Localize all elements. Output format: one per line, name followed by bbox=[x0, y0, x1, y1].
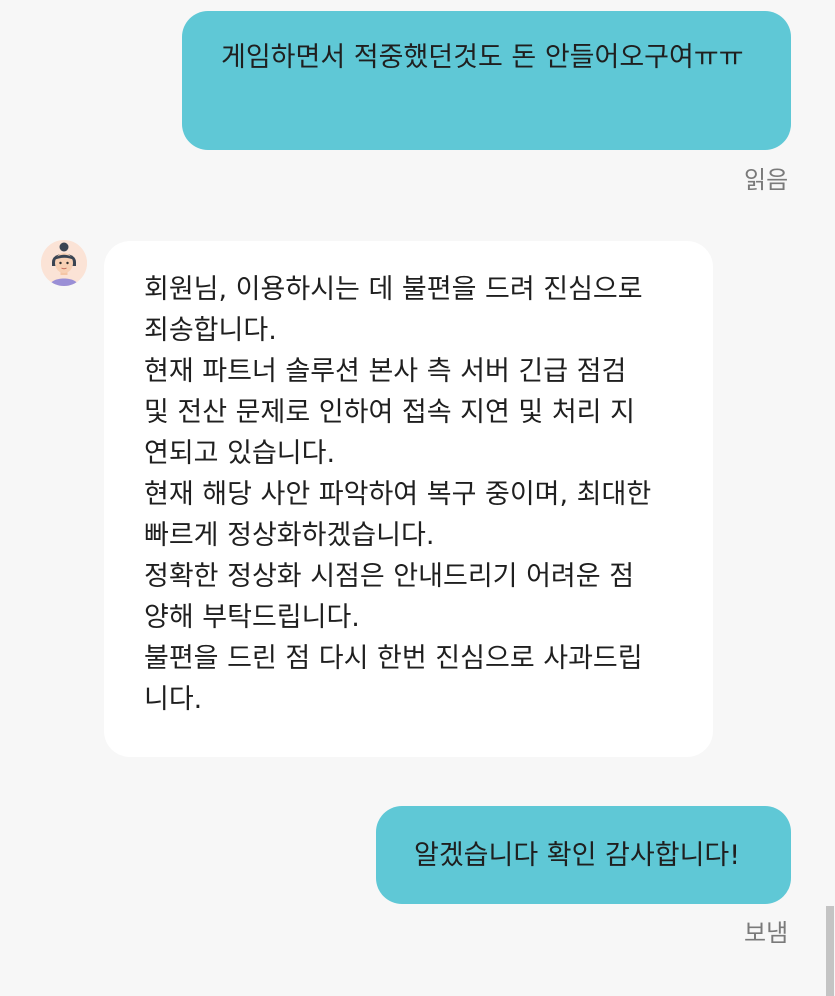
user-message-bubble: 알겠습니다 확인 감사합니다! bbox=[376, 806, 791, 904]
agent-avatar-icon bbox=[41, 240, 87, 286]
scrollbar[interactable] bbox=[826, 906, 834, 996]
message-status-read: 읽음 bbox=[744, 166, 789, 194]
agent-avatar bbox=[41, 240, 87, 286]
agent-message-bubble: 회원님, 이용하시는 데 불편을 드려 진심으로 죄송합니다. 현재 파트너 솔… bbox=[104, 241, 713, 757]
message-status-sent: 보냄 bbox=[744, 919, 789, 947]
user-message-bubble: 게임하면서 적중했던것도 돈 안들어오구여ㅠㅠ bbox=[182, 11, 791, 150]
